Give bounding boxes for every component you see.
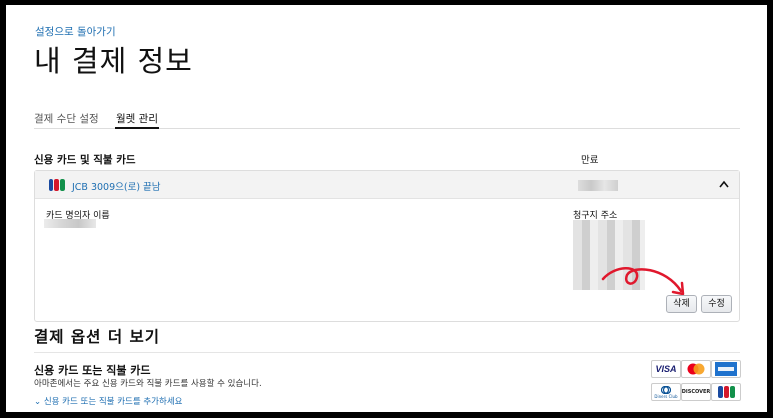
collapse-caret-icon[interactable]	[719, 178, 729, 191]
discover-logo-icon: DISCOVER	[681, 383, 711, 401]
jcb-logo-icon	[711, 383, 741, 401]
card-option-description: 아마존에서는 주요 신용 카드와 직불 카드를 사용할 수 있습니다.	[34, 379, 262, 389]
page-frame: 설정으로 돌아가기 내 결제 정보 결제 수단 설정 월렛 관리 신용 카드 및…	[6, 5, 767, 412]
divider	[34, 352, 740, 353]
amex-logo-icon	[711, 360, 741, 378]
visa-logo-icon: VISA	[651, 360, 681, 378]
chevron-down-icon: ⌄	[34, 397, 44, 407]
more-options-heading: 결제 옵션 더 보기	[34, 328, 161, 346]
edit-card-button[interactable]: 수정	[701, 295, 732, 313]
jcb-icon	[48, 179, 65, 191]
add-card-link[interactable]: ⌄ 신용 카드 또는 직불 카드를 추가하세요	[34, 395, 182, 407]
page-title: 내 결제 정보	[34, 44, 193, 78]
card-summary-row[interactable]: JCB 3009으(로) 끝남	[35, 171, 739, 199]
tab-wallet-management[interactable]: 월렛 관리	[115, 111, 159, 129]
card-name-link[interactable]: JCB 3009으(로) 끝남	[72, 179, 161, 193]
redacted-holder-name	[44, 219, 96, 228]
tab-payment-settings[interactable]: 결제 수단 설정	[34, 111, 99, 126]
expiry-heading: 만료	[581, 155, 599, 166]
redacted-expiry	[578, 180, 618, 191]
cards-section-heading: 신용 카드 및 직불 카드	[34, 154, 136, 166]
red-arrow-annotation	[601, 267, 685, 296]
back-to-settings-link[interactable]: 설정으로 돌아가기	[35, 24, 116, 39]
diners-club-logo-icon: Diners Club	[651, 383, 681, 401]
delete-card-button[interactable]: 삭제	[666, 295, 697, 313]
tab-bar: 결제 수단 설정 월렛 관리	[34, 109, 740, 129]
mastercard-logo-icon	[681, 360, 711, 378]
card-option-title: 신용 카드 또는 직불 카드	[34, 364, 151, 377]
saved-card-panel: JCB 3009으(로) 끝남 카드 명의자 이름 청구지 주소 삭제 수정	[34, 170, 740, 322]
